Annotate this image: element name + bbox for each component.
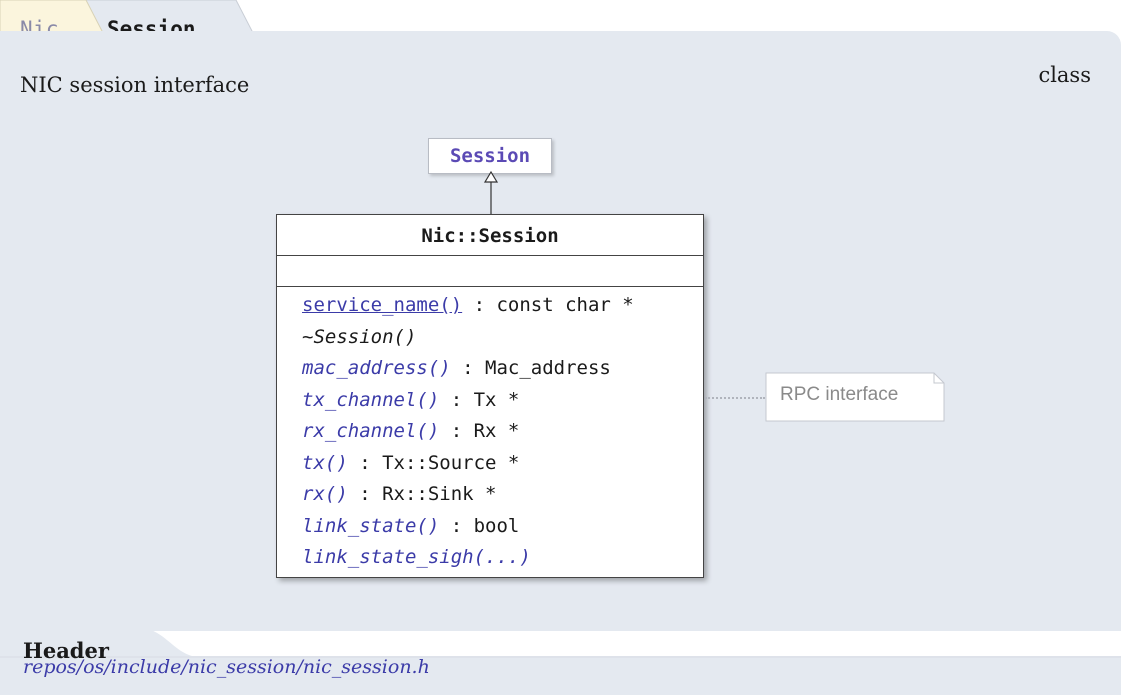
note-connector xyxy=(705,397,765,399)
operation-row: ~Session() xyxy=(302,322,703,354)
operation-row: link_state_sigh(...) xyxy=(302,542,703,574)
operation-row: rx() : Rx::Sink * xyxy=(302,479,703,511)
operation-name[interactable]: rx_channel() xyxy=(302,420,439,442)
operation-name[interactable]: link_state_sigh(...) xyxy=(302,546,531,568)
operation-row: service_name() : const char * xyxy=(302,290,703,322)
kind-label: class xyxy=(1038,63,1091,87)
operation-row: link_state() : bool xyxy=(302,511,703,543)
attributes-compartment xyxy=(277,256,703,287)
operation-name[interactable]: rx() xyxy=(302,483,348,505)
operation-name[interactable]: service_name() xyxy=(302,294,462,316)
class-name: Nic::Session xyxy=(277,215,703,256)
operation-name[interactable]: link_state() xyxy=(302,515,439,537)
superclass-box[interactable]: Session xyxy=(428,138,552,174)
class-description: NIC session interface xyxy=(20,73,250,97)
class-box: Nic::Session service_name() : const char… xyxy=(276,214,704,578)
operation-row: tx() : Tx::Source * xyxy=(302,448,703,480)
inheritance-arrow xyxy=(483,170,499,214)
header-file-link[interactable]: repos/os/include/nic_session/nic_session… xyxy=(23,656,430,678)
operation-return-type: : Rx::Sink * xyxy=(347,483,497,505)
note-text: RPC interface xyxy=(780,384,899,405)
operation-return-type: : Tx * xyxy=(439,388,520,411)
operations-compartment: service_name() : const char * ~Session() m… xyxy=(277,287,703,574)
operation-return-type: : Rx * xyxy=(439,420,520,442)
operation-name[interactable]: tx() xyxy=(302,452,348,474)
operation-row: rx_channel() : Rx * xyxy=(302,416,703,448)
header-tab-shape xyxy=(0,628,1121,658)
operation-name: ~Session() xyxy=(302,325,417,348)
operation-row: mac_address() : Mac_address xyxy=(302,353,703,385)
operation-return-type: : Tx::Source * xyxy=(347,451,520,474)
operation-return-type: : bool xyxy=(439,514,520,537)
operation-return-type: : Mac_address xyxy=(450,357,611,379)
operation-return-type: : const char * xyxy=(462,294,634,316)
operation-name[interactable]: tx_channel() xyxy=(302,389,439,411)
operation-name[interactable]: mac_address() xyxy=(302,357,451,379)
class-doc-page: Nic Session NIC session interface class … xyxy=(0,0,1121,695)
operation-row: tx_channel() : Tx * xyxy=(302,385,703,417)
